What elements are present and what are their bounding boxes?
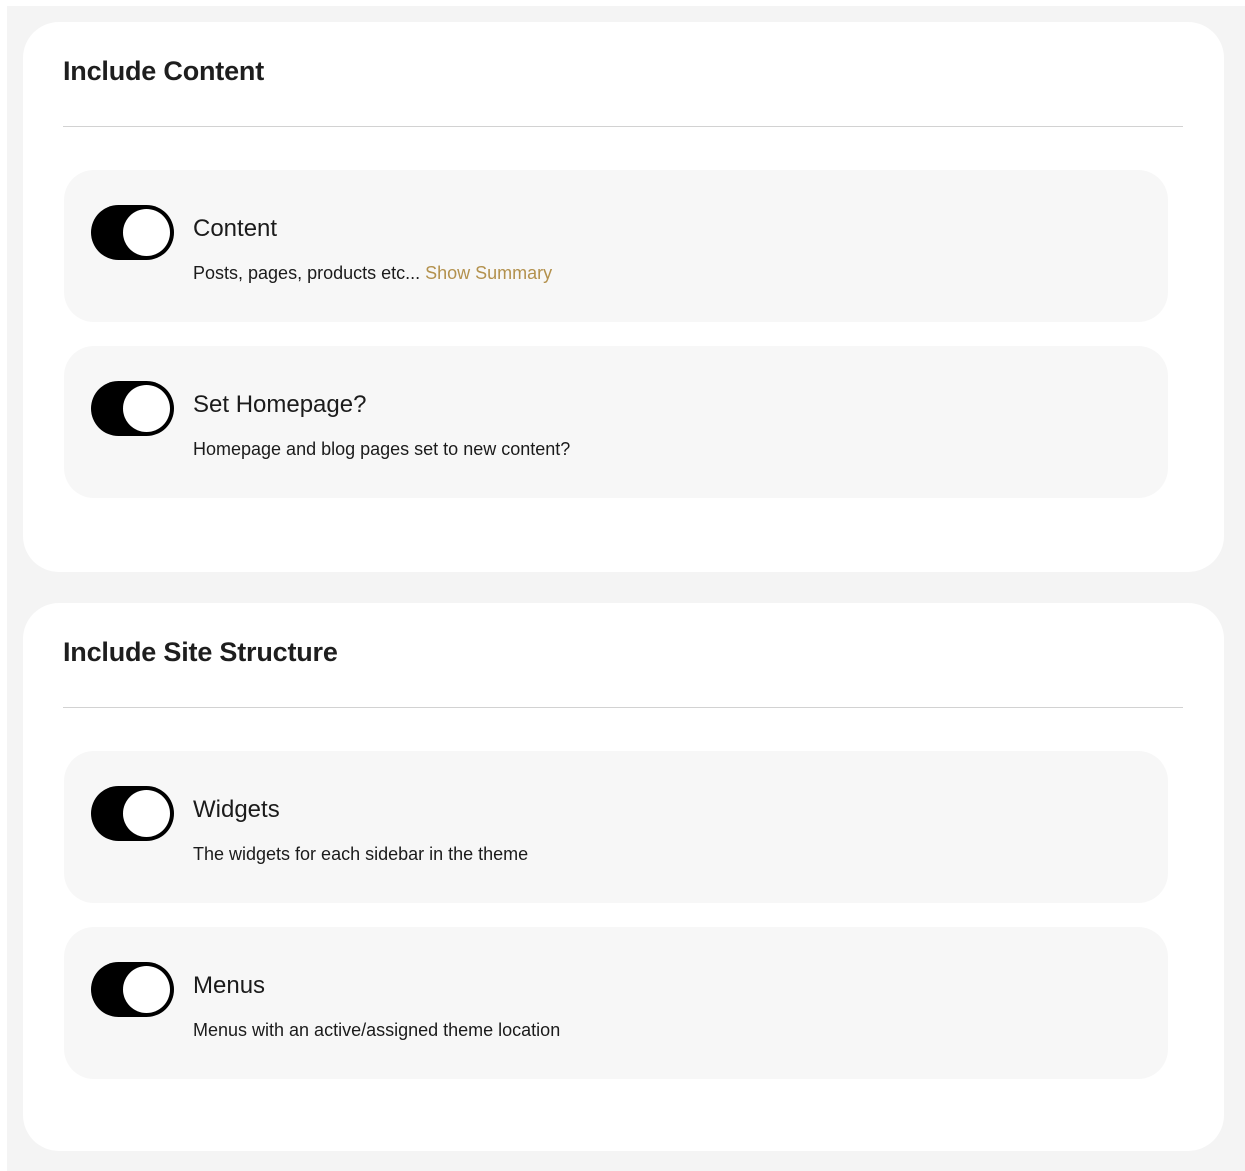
toggle-knob xyxy=(123,385,170,432)
option-row-content: Content Posts, pages, products etc... Sh… xyxy=(64,170,1168,322)
section-divider xyxy=(63,707,1183,708)
option-title: Menus xyxy=(193,972,266,999)
option-row-menus: Menus Menus with an active/assigned them… xyxy=(64,927,1168,1079)
content-toggle[interactable] xyxy=(91,205,174,260)
option-description: The widgets for each sidebar in the them… xyxy=(193,844,529,864)
option-row-widgets: Widgets The widgets for each sidebar in … xyxy=(64,751,1168,903)
option-title: Widgets xyxy=(193,796,280,823)
set-homepage-toggle[interactable] xyxy=(91,381,174,436)
option-title: Set Homepage? xyxy=(193,391,367,418)
widgets-toggle[interactable] xyxy=(91,786,174,841)
include-site-structure-section: Include Site Structure Widgets The widge… xyxy=(23,603,1224,1151)
option-title: Content xyxy=(193,215,278,242)
section-title: Include Content xyxy=(63,56,264,86)
option-description: Posts, pages, products etc... Show Summa… xyxy=(193,263,552,284)
option-row-set-homepage: Set Homepage? Homepage and blog pages se… xyxy=(64,346,1168,498)
option-description-text: Posts, pages, products etc... xyxy=(193,263,421,283)
toggle-knob xyxy=(123,790,170,837)
menus-toggle[interactable] xyxy=(91,962,174,1017)
option-description: Menus with an active/assigned theme loca… xyxy=(193,1020,561,1040)
show-summary-link[interactable]: Show Summary xyxy=(425,263,552,283)
section-divider xyxy=(63,126,1183,127)
include-content-section: Include Content Content Posts, pages, pr… xyxy=(23,22,1224,572)
section-title: Include Site Structure xyxy=(63,637,338,667)
toggle-knob xyxy=(123,209,170,256)
toggle-knob xyxy=(123,966,170,1013)
option-description: Homepage and blog pages set to new conte… xyxy=(193,439,571,459)
